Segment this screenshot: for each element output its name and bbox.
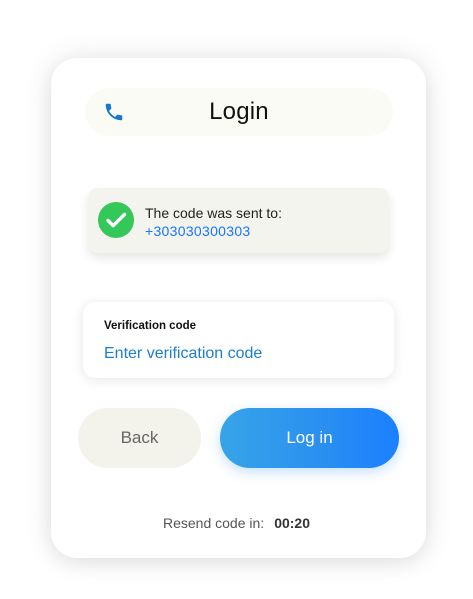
verification-code-field: Verification code — [83, 302, 394, 378]
login-button[interactable]: Log in — [220, 408, 399, 468]
verification-code-label: Verification code — [104, 320, 197, 332]
notice-phone-number: +303030300303 — [145, 223, 251, 239]
resend-countdown: 00:20 — [274, 515, 310, 531]
page-title: Login — [209, 98, 269, 125]
resend-label: Resend code in: — [163, 515, 265, 531]
resend-code-timer: Resend code in: 00:20 — [0, 515, 473, 531]
phone-icon — [103, 101, 125, 123]
code-sent-notice: The code was sent to: +303030300303 — [88, 188, 389, 253]
check-circle-icon — [98, 202, 134, 238]
verification-code-input[interactable] — [104, 342, 374, 366]
back-button[interactable]: Back — [78, 408, 201, 468]
notice-message: The code was sent to: — [145, 205, 282, 221]
login-header: Login — [85, 88, 393, 136]
notice-text: The code was sent to: +303030300303 — [145, 205, 282, 239]
